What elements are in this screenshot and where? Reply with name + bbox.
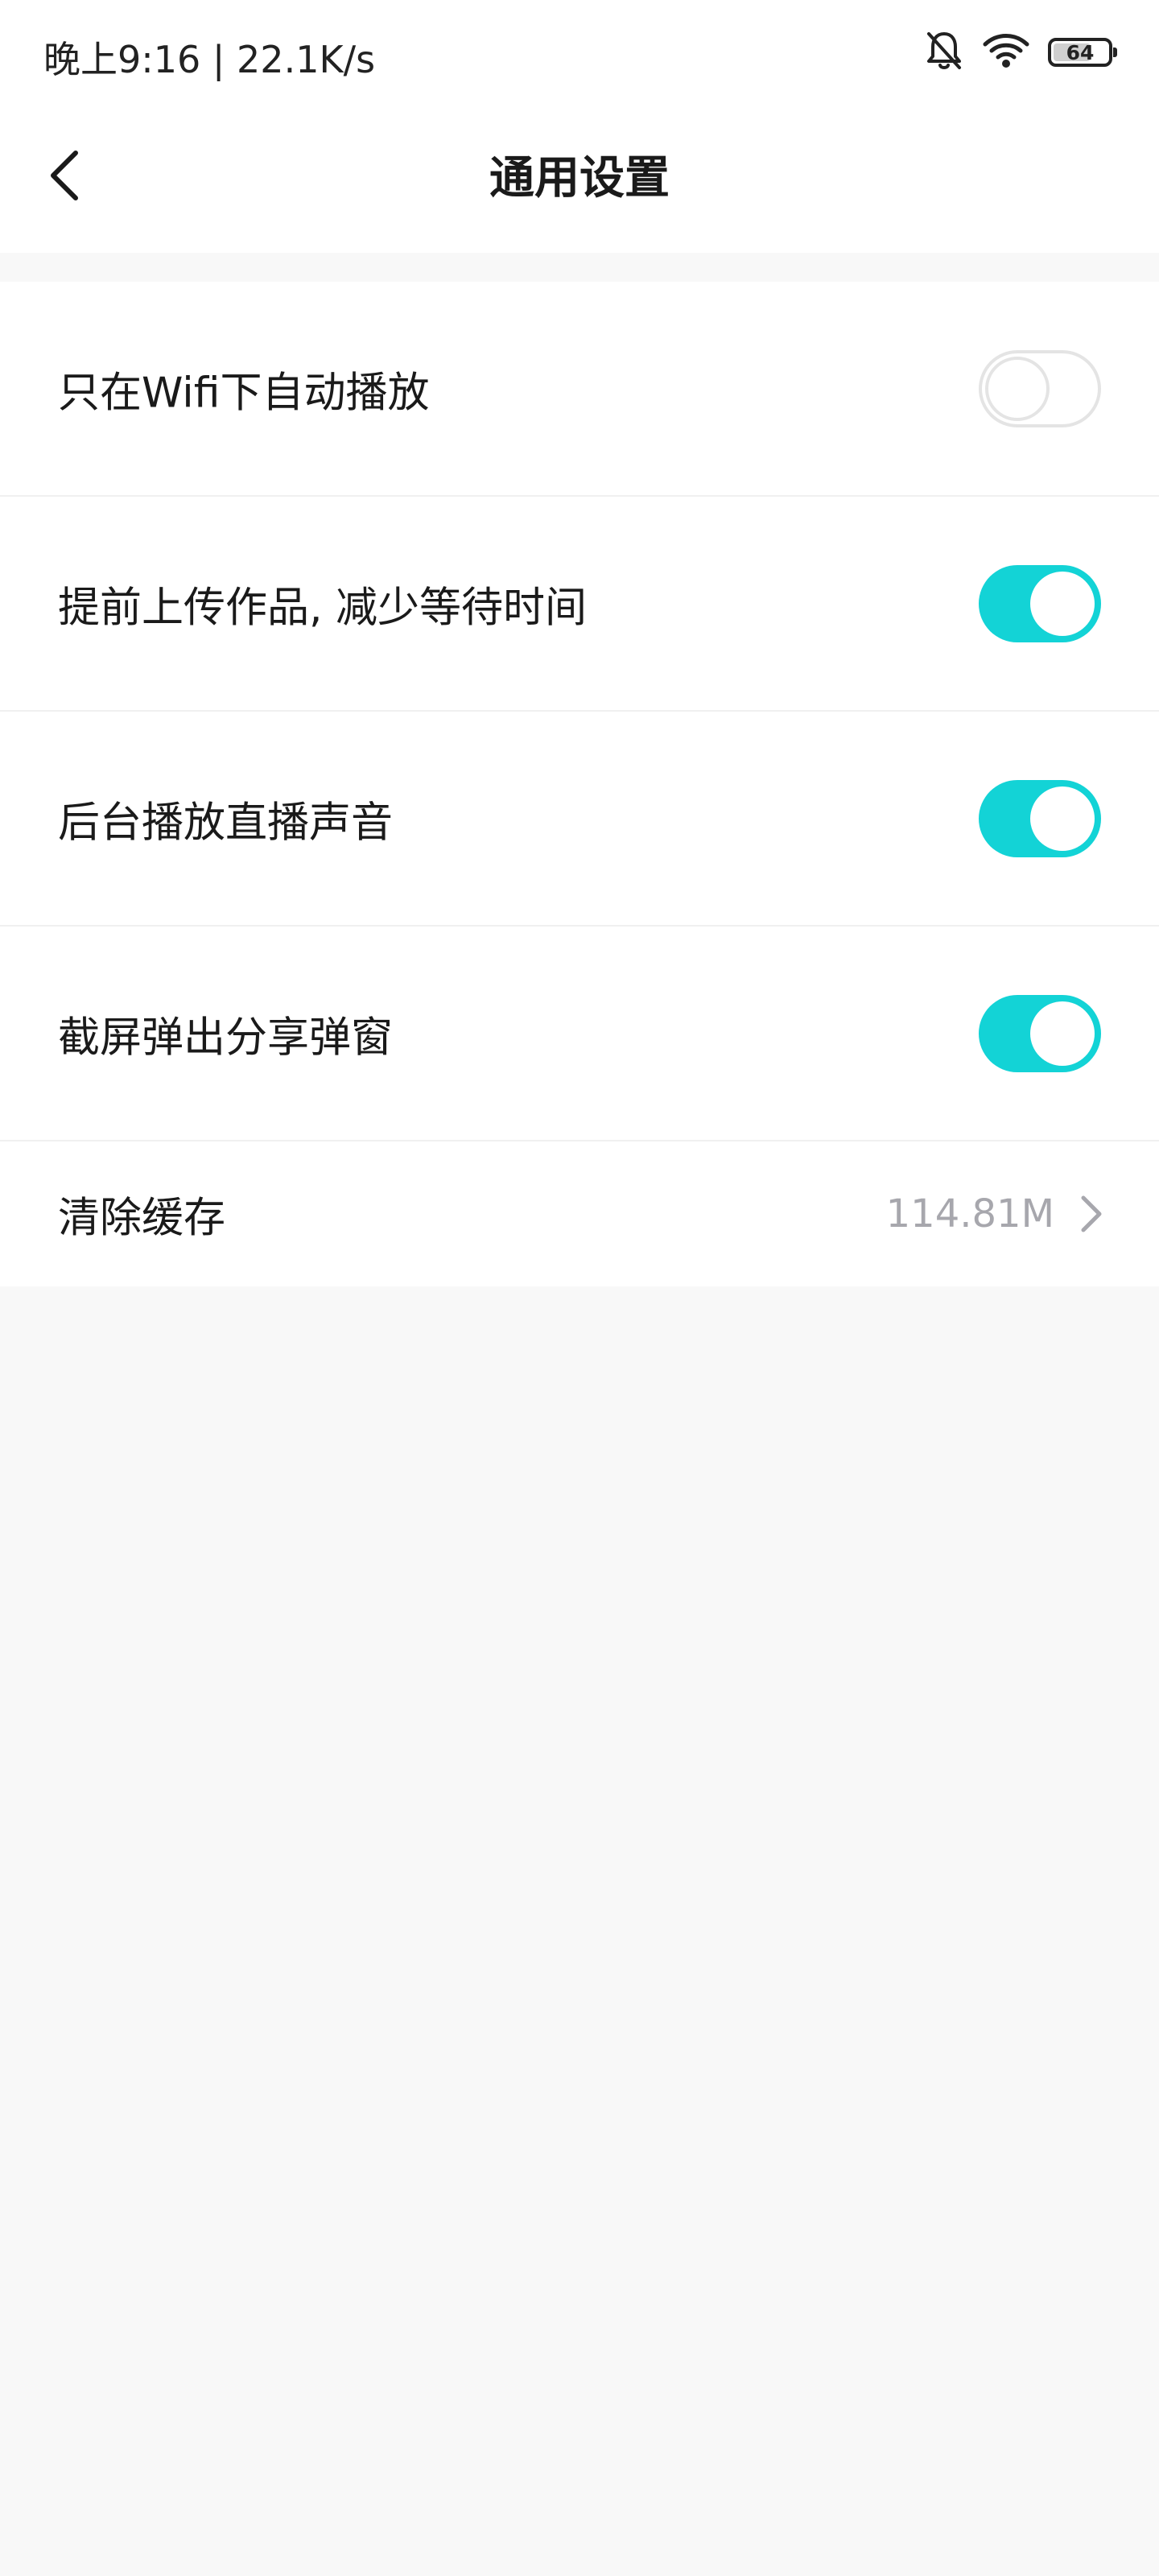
wifi-autoplay-toggle[interactable] [979,349,1101,427]
setting-label: 只在Wifi下自动播放 [58,369,430,417]
nav-bar: 通用设置 [0,105,1159,253]
setting-label: 截屏弹出分享弹窗 [58,1013,394,1062]
battery-level: 64 [1066,40,1095,64]
setting-row-background-live-audio: 后台播放直播声音 [0,712,1159,927]
clear-cache-row[interactable]: 清除缓存 114.81M [0,1141,1159,1286]
settings-list: 只在Wifi下自动播放 提前上传作品, 减少等待时间 后台播放直播声音 截屏弹出… [0,282,1159,1286]
chevron-right-icon [1077,1191,1106,1236]
toggle-knob [1030,1001,1095,1066]
toggle-knob [985,356,1050,421]
wifi-icon [982,31,1030,73]
toggle-knob [1030,571,1095,636]
preupload-toggle[interactable] [979,564,1101,642]
battery-icon: 64 [1048,38,1117,67]
background-live-audio-toggle[interactable] [979,779,1101,857]
status-time-speed: 晚上9:16 | 22.1K/s [43,38,376,81]
setting-row-wifi-autoplay: 只在Wifi下自动播放 [0,282,1159,497]
toggle-knob [1030,786,1095,851]
setting-label: 后台播放直播声音 [58,799,394,847]
setting-row-screenshot-share: 截屏弹出分享弹窗 [0,927,1159,1141]
cache-size-value: 114.81M [885,1191,1054,1236]
status-bar: 晚上9:16 | 22.1K/s 64 [0,0,1159,105]
clear-cache-label: 清除缓存 [58,1194,226,1243]
page-title: 通用设置 [489,152,670,204]
status-icons: 64 [924,29,1117,76]
setting-label: 提前上传作品, 减少等待时间 [58,584,588,632]
setting-row-preupload: 提前上传作品, 减少等待时间 [0,497,1159,712]
bell-muted-icon [924,29,964,76]
screenshot-share-toggle[interactable] [979,994,1101,1072]
